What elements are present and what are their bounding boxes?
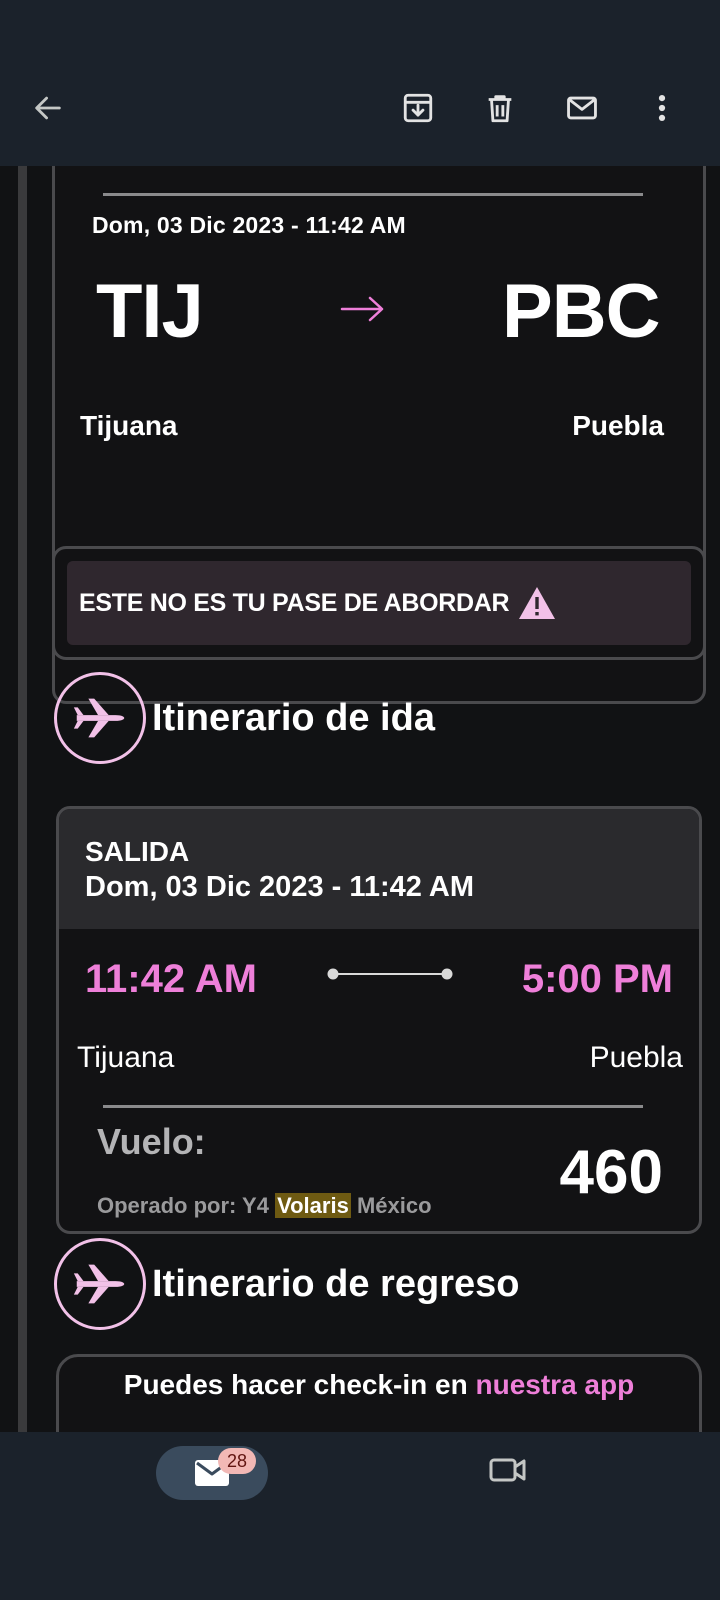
quote-bar (18, 166, 27, 1432)
delete-button[interactable] (476, 84, 524, 132)
destination-city: Puebla (572, 410, 664, 441)
video-camera-icon[interactable] (488, 1452, 528, 1488)
warning-triangle-icon (519, 587, 556, 619)
return-title: Itinerario de regreso (152, 1262, 520, 1305)
outbound-heading: Itinerario de ida (54, 672, 435, 764)
checkin-prefix: Puedes hacer check-in en (123, 1369, 476, 1400)
carrier-highlight: Volaris (275, 1193, 351, 1218)
origin-code: TIJ (96, 269, 204, 354)
flight-label: Vuelo: (97, 1121, 206, 1162)
origin-city: Tijuana (80, 410, 178, 441)
checkin-card: Puedes hacer check-in en nuestra app (56, 1354, 702, 1432)
archive-button[interactable] (394, 84, 442, 132)
divider (103, 1105, 643, 1108)
plane-badge (54, 672, 146, 764)
arrow-left-icon (35, 96, 61, 120)
email-body[interactable]: Dom, 03 Dic 2023 - 11:42 AM TIJ PBC Tiju… (0, 166, 720, 1432)
arrow-right-icon (340, 296, 384, 322)
airplane-icon (73, 698, 125, 738)
mark-unread-button[interactable] (558, 84, 606, 132)
operated-prefix: Operado por: Y4 (97, 1193, 276, 1218)
unread-count-badge: 28 (218, 1448, 256, 1474)
warning-card: ESTE NO ES TU PASE DE ABORDAR (52, 546, 706, 660)
top-app-bar (0, 0, 720, 166)
checkin-text: Puedes hacer check-in en nuestra app (59, 1369, 699, 1401)
archive-icon (403, 93, 433, 123)
arrive-time: 5:00 PM (521, 957, 673, 1001)
return-heading: Itinerario de regreso (54, 1238, 519, 1330)
operated-by: Operado por: Y4 Volaris México (97, 1193, 432, 1219)
operated-suffix: México (350, 1193, 432, 1218)
more-options-button[interactable] (638, 84, 686, 132)
flight-number: 460 (559, 1138, 663, 1207)
back-button[interactable] (24, 84, 72, 132)
departure-label: SALIDA (85, 836, 190, 867)
plane-badge (54, 1238, 146, 1330)
departure-date: Dom, 03 Dic 2023 - 11:42 AM (85, 871, 474, 903)
mail-icon (567, 96, 597, 120)
warning-text: ESTE NO ES TU PASE DE ABORDAR (79, 588, 510, 617)
arrive-city: Puebla (589, 1041, 683, 1074)
app-link[interactable]: nuestra app (476, 1369, 635, 1400)
departure-header: SALIDA Dom, 03 Dic 2023 - 11:42 AM (59, 809, 699, 929)
outbound-flight-card: SALIDA Dom, 03 Dic 2023 - 11:42 AM 11:42… (56, 806, 702, 1234)
depart-city: Tijuana (77, 1041, 175, 1074)
bottom-navigation: 28 (0, 1432, 720, 1600)
more-vertical-icon (658, 94, 666, 122)
outbound-title: Itinerario de ida (152, 696, 435, 739)
depart-time: 11:42 AM (85, 957, 257, 1001)
divider (103, 193, 643, 196)
route-date: Dom, 03 Dic 2023 - 11:42 AM (92, 212, 406, 238)
flight-timeline (327, 968, 453, 980)
warning-banner: ESTE NO ES TU PASE DE ABORDAR (67, 561, 691, 645)
destination-code: PBC (502, 269, 660, 354)
trash-icon (488, 95, 512, 123)
airplane-icon (73, 1264, 125, 1304)
